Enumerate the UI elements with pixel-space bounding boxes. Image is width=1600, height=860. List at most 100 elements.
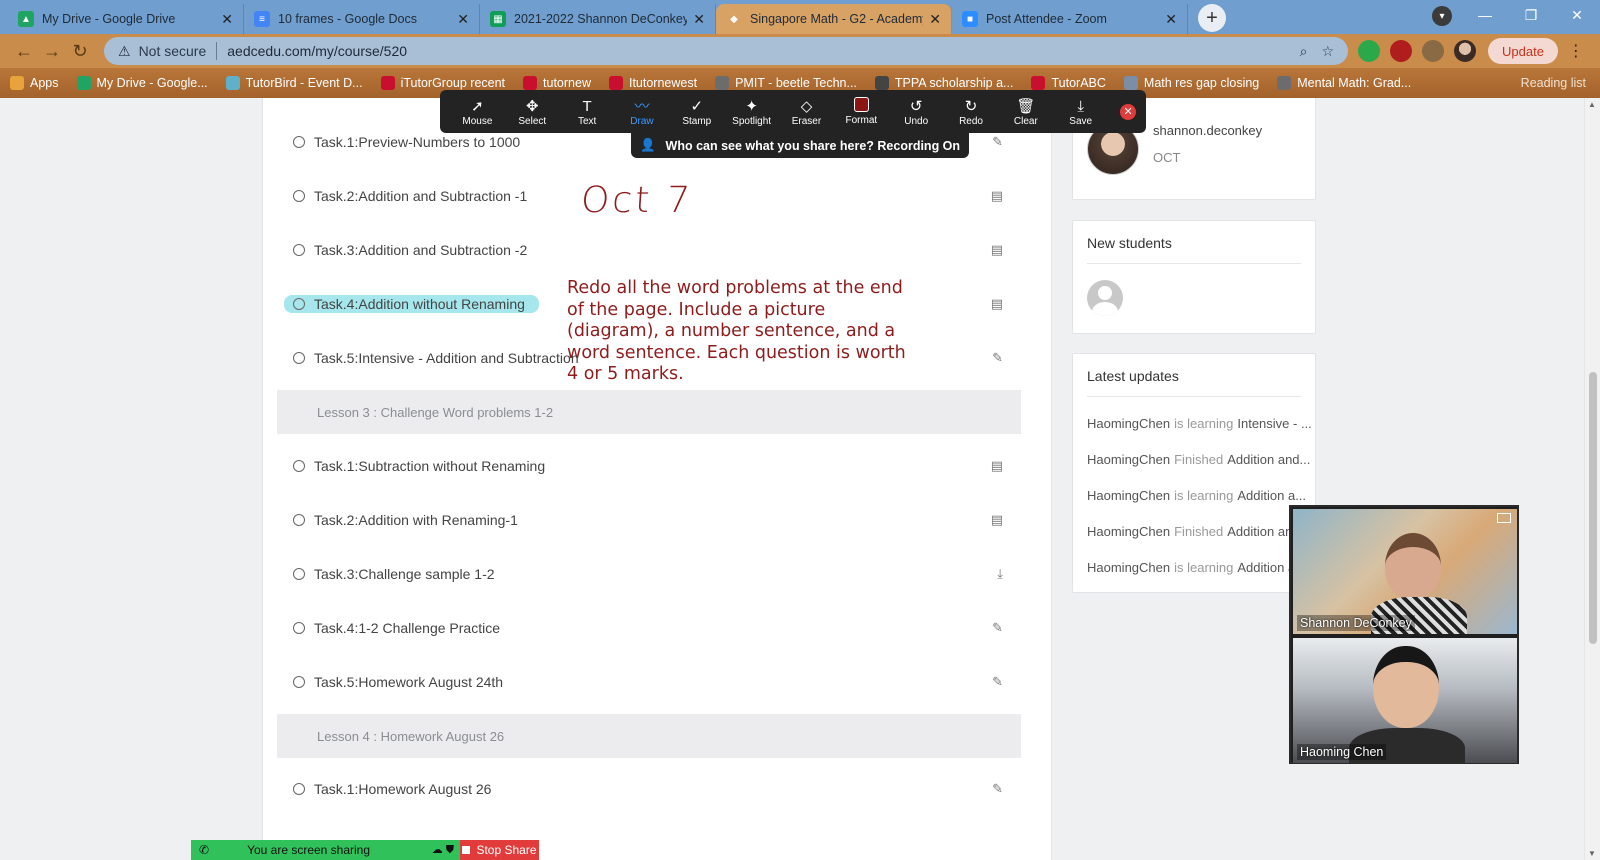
expand-video-icon[interactable]	[1497, 513, 1511, 523]
download-icon[interactable]: ⤓	[997, 566, 1003, 582]
task-label[interactable]: Task.4:Addition without Renaming	[284, 295, 539, 313]
zoom-video-panel[interactable]: Shannon DeConkey Haoming Chen	[1289, 505, 1519, 764]
lesson-header[interactable]: Lesson 3 : Challenge Word problems 1-2	[277, 390, 1021, 434]
participant-video-shannon[interactable]: Shannon DeConkey	[1293, 509, 1517, 634]
sharing-shield-icon[interactable]: ☁ ⛊	[432, 843, 454, 857]
close-tab-icon[interactable]: ✕	[221, 11, 233, 28]
task-row[interactable]: Task.4:1-2 Challenge Practice ✎	[293, 617, 1023, 639]
task-status-circle-icon[interactable]	[293, 460, 305, 472]
update-target[interactable]: Addition a	[1237, 560, 1295, 575]
update-user[interactable]: HaomingChen	[1087, 560, 1170, 575]
update-target[interactable]: Addition and...	[1227, 452, 1310, 467]
close-window-button[interactable]: ✕	[1554, 0, 1600, 30]
bookmark-item[interactable]: My Drive - Google...	[76, 76, 208, 90]
task-row[interactable]: Task.2:Addition with Renaming-1 ▤	[293, 509, 1023, 531]
update-user[interactable]: HaomingChen	[1087, 524, 1170, 539]
bookmark-item[interactable]: Apps	[10, 76, 59, 90]
zoom-tool-select[interactable]: ✥ Select	[505, 97, 560, 127]
warning-icon[interactable]: ⚠	[118, 43, 131, 60]
task-label[interactable]: Task.1:Homework August 26	[314, 781, 491, 797]
zoom-tool-redo[interactable]: ↻ Redo	[944, 97, 999, 127]
task-label[interactable]: Task.5:Intensive - Addition and Subtract…	[314, 350, 579, 366]
close-annotation-icon[interactable]: ✕	[1120, 103, 1137, 120]
task-row[interactable]: Task.2:Addition and Subtraction -1 ▤	[293, 185, 1023, 207]
zoom-tool-undo[interactable]: ↺ Undo	[889, 97, 944, 127]
task-status-circle-icon[interactable]	[293, 622, 305, 634]
zoom-tool-text[interactable]: T Text	[560, 97, 615, 127]
update-user[interactable]: HaomingChen	[1087, 452, 1170, 467]
back-button[interactable]: ←	[10, 41, 38, 62]
pencil-icon[interactable]: ✎	[992, 781, 1003, 797]
stop-share-button[interactable]: Stop Share	[460, 840, 539, 860]
address-bar[interactable]: ⚠ Not secure aedcedu.com/my/course/520 ⌕…	[104, 37, 1348, 65]
task-status-circle-icon[interactable]	[293, 244, 305, 256]
task-status-circle-icon[interactable]	[293, 676, 305, 688]
task-row[interactable]: Task.1:Homework August 26 ✎	[293, 778, 1023, 800]
bookmark-star-icon[interactable]: ☆	[1321, 43, 1334, 60]
task-label[interactable]: Task.1:Preview-Numbers to 1000	[314, 134, 520, 150]
pencil-icon[interactable]: ✎	[992, 674, 1003, 690]
zoom-tool-stamp[interactable]: ✓ Stamp	[669, 97, 724, 127]
document-icon[interactable]: ▤	[991, 512, 1003, 528]
update-item[interactable]: HaomingChen is learning Addition a	[1073, 549, 1315, 585]
task-status-circle-icon[interactable]	[293, 190, 305, 202]
document-icon[interactable]: ▤	[991, 188, 1003, 204]
task-label[interactable]: Task.5:Homework August 24th	[314, 674, 503, 690]
bookmark-item[interactable]: PMIT - beetle Techn...	[715, 76, 857, 90]
bookmark-item[interactable]: iTutorGroup recent	[380, 76, 505, 90]
task-row[interactable]: Task.5:Homework August 24th ✎	[293, 671, 1023, 693]
update-item[interactable]: HaomingChen Finished Addition and...	[1073, 441, 1315, 477]
browser-tab[interactable]: ▲ My Drive - Google Drive ✕	[8, 4, 244, 34]
extension-green-icon[interactable]	[1358, 40, 1380, 62]
browser-tab[interactable]: ≡ 10 frames - Google Docs ✕	[244, 4, 480, 34]
participant-video-haoming[interactable]: Haoming Chen	[1293, 638, 1517, 763]
task-label[interactable]: Task.2:Addition with Renaming-1	[314, 512, 518, 528]
task-status-circle-icon[interactable]	[293, 514, 305, 526]
zoom-tool-spotlight[interactable]: ✦ Spotlight	[724, 97, 779, 127]
update-user[interactable]: HaomingChen	[1087, 416, 1170, 431]
update-target[interactable]: Intensive - ...	[1237, 416, 1311, 431]
extension-ublock-icon[interactable]	[1390, 40, 1412, 62]
zoom-tool-draw[interactable]: 〰 Draw	[615, 97, 670, 127]
restore-button[interactable]: ❐	[1508, 0, 1554, 30]
task-row[interactable]: Task.5:Intensive - Addition and Subtract…	[293, 347, 1023, 369]
update-item[interactable]: HaomingChen is learning Addition a...	[1073, 477, 1315, 513]
document-icon[interactable]: ▤	[991, 296, 1003, 312]
reload-button[interactable]: ↻	[66, 41, 94, 62]
task-status-circle-icon[interactable]	[293, 298, 305, 310]
lesson-header[interactable]: Lesson 4 : Homework August 26	[277, 714, 1021, 758]
document-icon[interactable]: ▤	[991, 242, 1003, 258]
close-tab-icon[interactable]: ✕	[1165, 11, 1177, 28]
new-tab-button[interactable]: +	[1198, 4, 1226, 32]
page-scrollbar[interactable]: ▲ ▼	[1584, 98, 1600, 860]
sharing-status[interactable]: ✆ You are screen sharing ☁ ⛊	[191, 840, 460, 860]
pencil-icon[interactable]: ✎	[992, 350, 1003, 366]
update-item[interactable]: HaomingChen Finished Addition and	[1073, 513, 1315, 549]
profile-username[interactable]: shannon.deconkey	[1153, 123, 1262, 138]
task-row[interactable]: Task.3:Addition and Subtraction -2 ▤	[293, 239, 1023, 261]
task-label[interactable]: Task.1:Subtraction without Renaming	[314, 458, 545, 474]
bookmark-item[interactable]: tutornew	[523, 76, 591, 90]
bookmark-item[interactable]: Mental Math: Grad...	[1277, 76, 1411, 90]
document-icon[interactable]: ▤	[991, 458, 1003, 474]
bookmark-item[interactable]: TutorBird - Event D...	[225, 76, 363, 90]
bookmark-item[interactable]: Itutornewest	[608, 76, 697, 90]
pencil-icon[interactable]: ✎	[992, 620, 1003, 636]
browser-tab[interactable]: ■ Post Attendee - Zoom ✕	[952, 4, 1188, 34]
bookmark-item[interactable]: TPPA scholarship a...	[874, 76, 1013, 90]
scrollbar-thumb[interactable]	[1589, 372, 1597, 644]
pencil-icon[interactable]: ✎	[992, 134, 1003, 150]
close-tab-icon[interactable]: ✕	[929, 11, 941, 28]
update-user[interactable]: HaomingChen	[1087, 488, 1170, 503]
student-avatar-icon[interactable]	[1087, 280, 1123, 316]
bookmark-item[interactable]: TutorABC	[1031, 76, 1106, 90]
task-label[interactable]: Task.4:1-2 Challenge Practice	[314, 620, 500, 636]
browser-tab[interactable]: ◆ Singapore Math - G2 - Academy ✕	[716, 4, 952, 34]
url-text[interactable]: aedcedu.com/my/course/520	[227, 43, 1285, 59]
reading-list-button[interactable]: Reading list	[1521, 76, 1586, 90]
zoom-tool-eraser[interactable]: ◇ Eraser	[779, 97, 834, 127]
bookmark-item[interactable]: Math res gap closing	[1123, 76, 1259, 90]
update-target[interactable]: Addition a...	[1237, 488, 1306, 503]
browser-tab[interactable]: ▦ 2021-2022 Shannon DeConkey - ✕	[480, 4, 716, 34]
extensions-puzzle-icon[interactable]	[1422, 40, 1444, 62]
